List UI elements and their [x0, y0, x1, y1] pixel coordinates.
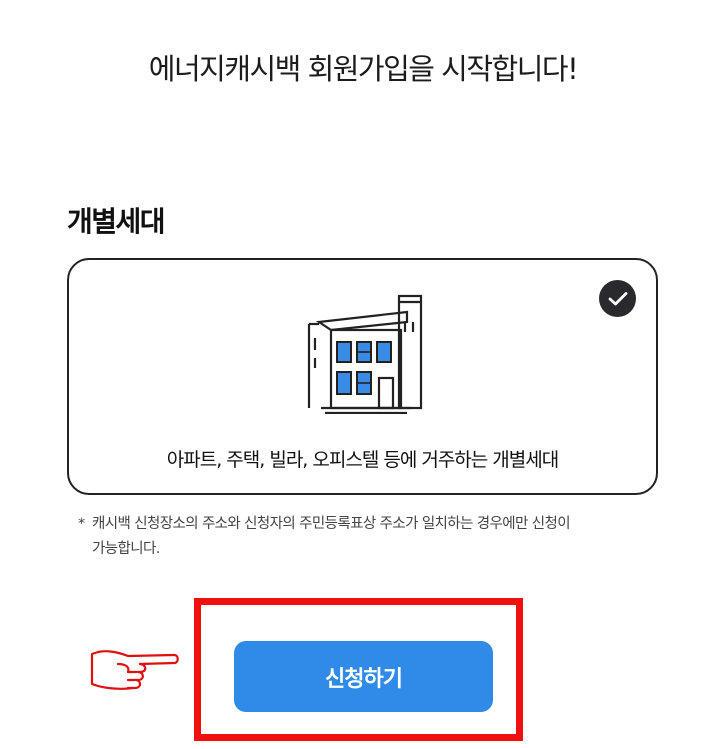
notice-line-2: 가능합니다.	[92, 541, 160, 557]
option-description: 아파트, 주택, 빌라, 오피스텔 등에 거주하는 개별세대	[166, 449, 559, 471]
notice-asterisk: *	[78, 516, 85, 532]
signup-page: 에너지캐시백 회원가입을 시작합니다! 개별세대 아파트, 주택, 빌라, 오피…	[0, 0, 726, 749]
notice-text: * 캐시백 신청장소의 주소와 신청자의 주민등록표상 주소가 일치하는 경우에만…	[78, 512, 658, 562]
notice-line-1: 캐시백 신청장소의 주소와 신청자의 주민등록표상 주소가 일치하는 경우에만 …	[92, 516, 571, 532]
pointing-hand-icon	[90, 650, 179, 690]
individual-household-option-card[interactable]: 아파트, 주택, 빌라, 오피스텔 등에 거주하는 개별세대	[67, 258, 658, 495]
building-icon	[307, 294, 423, 414]
apply-button[interactable]: 신청하기	[234, 641, 493, 712]
section-title: 개별세대	[67, 205, 166, 238]
check-circle-icon	[599, 280, 636, 317]
page-title: 에너지캐시백 회원가입을 시작합니다!	[148, 52, 579, 86]
